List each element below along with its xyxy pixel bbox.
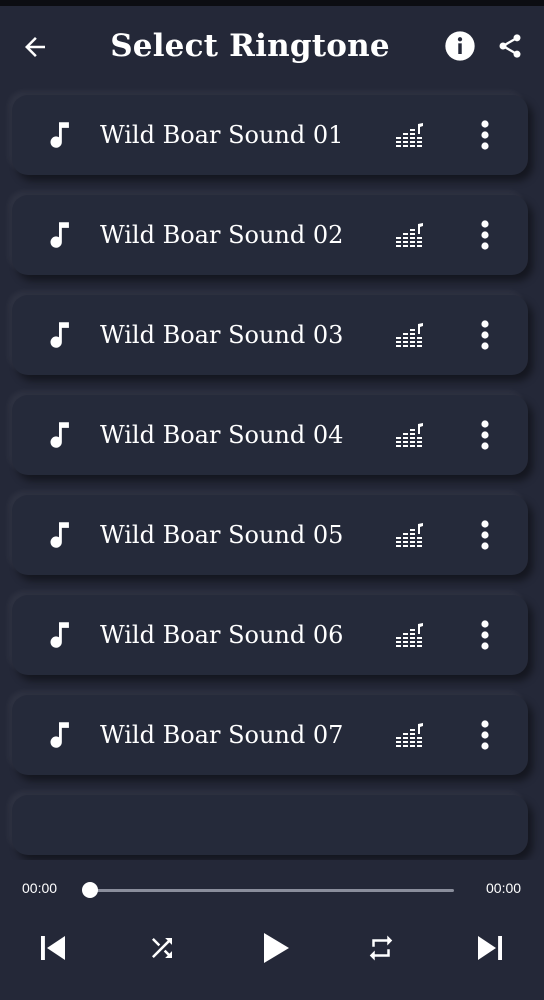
seek-thumb[interactable] <box>82 882 98 898</box>
play-icon <box>264 933 289 963</box>
play-button[interactable] <box>250 924 298 972</box>
equalizer-icon[interactable] <box>396 123 424 149</box>
skip-previous-icon <box>41 936 65 960</box>
total-time: 00:00 <box>486 880 522 896</box>
more-vertical-icon[interactable] <box>470 717 500 753</box>
music-note-icon <box>50 622 69 648</box>
page-title: Select Ringtone <box>110 28 390 64</box>
ringtone-title: Wild Boar Sound 02 <box>100 221 344 249</box>
shuffle-icon <box>152 938 172 958</box>
repeat-icon <box>369 935 393 961</box>
ringtone-title: Wild Boar Sound 07 <box>100 721 344 749</box>
ringtone-title: Wild Boar Sound 05 <box>100 521 344 549</box>
info-icon <box>445 31 475 61</box>
more-vertical-icon[interactable] <box>470 317 500 353</box>
equalizer-icon[interactable] <box>396 623 424 649</box>
more-vertical-icon[interactable] <box>470 117 500 153</box>
ringtone-title: Wild Boar Sound 06 <box>100 621 344 649</box>
back-button[interactable] <box>12 24 58 70</box>
ringtone-list: Wild Boar Sound 01 Wild Boar Sound 02 Wi… <box>12 95 530 855</box>
more-vertical-icon[interactable] <box>470 417 500 453</box>
music-note-icon <box>50 122 69 148</box>
equalizer-icon[interactable] <box>396 423 424 449</box>
music-note-icon <box>50 522 69 548</box>
previous-button[interactable] <box>29 924 77 972</box>
equalizer-icon[interactable] <box>396 323 424 349</box>
arrow-left-icon <box>25 37 45 57</box>
ringtone-title: Wild Boar Sound 04 <box>100 421 344 449</box>
more-vertical-icon[interactable] <box>470 517 500 553</box>
ringtone-title: Wild Boar Sound 03 <box>100 321 344 349</box>
music-note-icon <box>50 722 69 748</box>
skip-next-icon <box>478 936 502 960</box>
info-button[interactable] <box>438 24 482 68</box>
music-note-icon <box>50 222 69 248</box>
list-item[interactable]: Wild Boar Sound 01 <box>12 95 528 175</box>
seek-bar[interactable] <box>82 882 454 898</box>
share-button[interactable] <box>488 24 532 68</box>
music-note-icon <box>50 422 69 448</box>
app-bar: Select Ringtone <box>0 6 544 86</box>
equalizer-icon[interactable] <box>396 523 424 549</box>
player-bar: 00:00 00:00 <box>0 860 544 1000</box>
shuffle-button[interactable] <box>138 924 186 972</box>
more-vertical-icon[interactable] <box>470 617 500 653</box>
repeat-button[interactable] <box>357 924 405 972</box>
next-button[interactable] <box>466 924 514 972</box>
list-item[interactable]: Wild Boar Sound 07 <box>12 695 528 775</box>
list-item-partial[interactable] <box>12 795 528 855</box>
equalizer-icon[interactable] <box>396 723 424 749</box>
list-item[interactable]: Wild Boar Sound 04 <box>12 395 528 475</box>
list-item[interactable]: Wild Boar Sound 02 <box>12 195 528 275</box>
music-note-icon <box>50 322 69 348</box>
ringtone-title: Wild Boar Sound 01 <box>100 121 344 149</box>
list-item[interactable]: Wild Boar Sound 06 <box>12 595 528 675</box>
share-icon <box>499 34 521 58</box>
list-item[interactable]: Wild Boar Sound 05 <box>12 495 528 575</box>
equalizer-icon[interactable] <box>396 223 424 249</box>
list-item[interactable]: Wild Boar Sound 03 <box>12 295 528 375</box>
current-time: 00:00 <box>22 880 58 896</box>
more-vertical-icon[interactable] <box>470 217 500 253</box>
